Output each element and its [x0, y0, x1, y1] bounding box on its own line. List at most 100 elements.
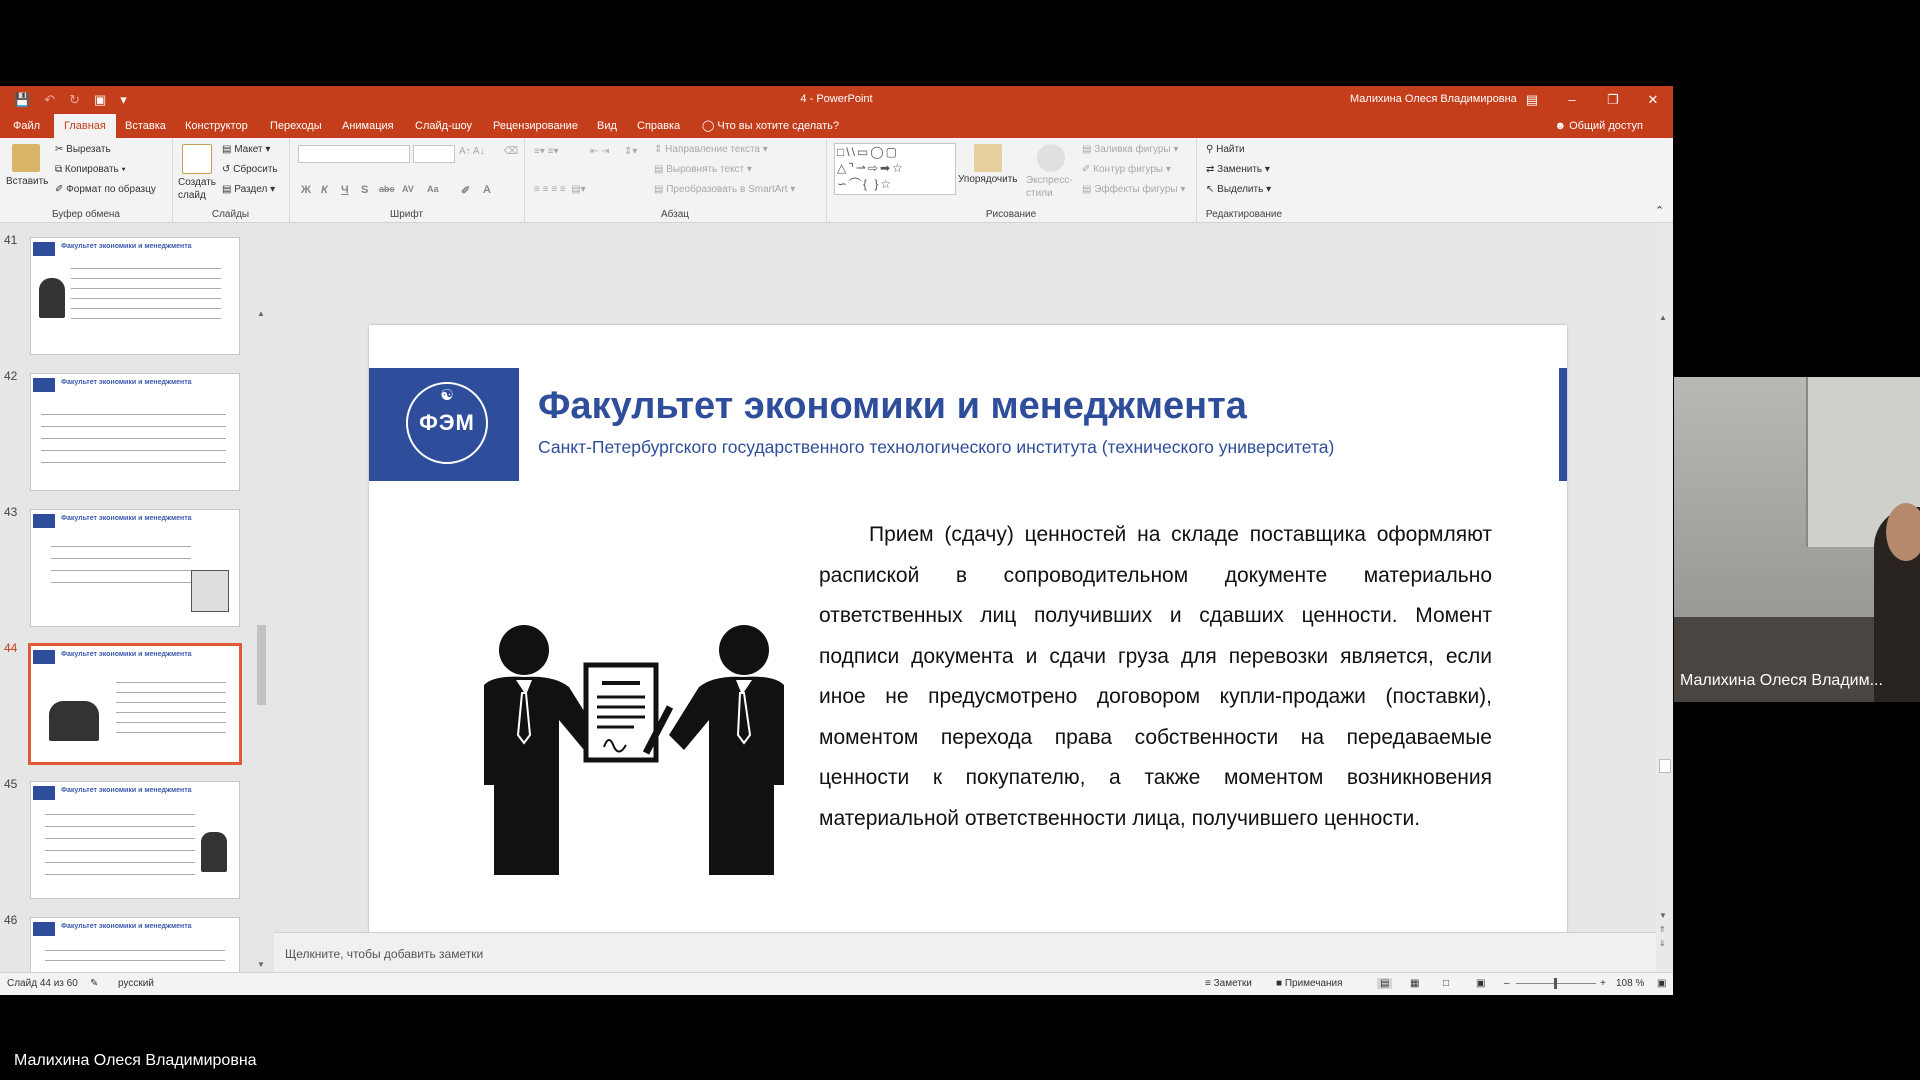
tell-me-search[interactable]: ◯ Что вы хотите сделать?	[692, 114, 849, 138]
font-name-box[interactable]	[298, 145, 410, 163]
tab-design[interactable]: Конструктор	[175, 114, 258, 138]
thumbnail-text-line	[41, 462, 226, 463]
previous-slide-icon[interactable]: ⇑	[1659, 925, 1666, 934]
slideshow-view-icon[interactable]: ▣	[1476, 978, 1485, 989]
scroll-up-icon[interactable]: ▲	[257, 309, 265, 318]
shape-outline-button[interactable]: ✐ Контур фигуры ▾	[1082, 164, 1171, 175]
quick-styles-icon[interactable]	[1037, 144, 1065, 172]
select-button[interactable]: ↖ Выделить ▾	[1206, 184, 1271, 195]
line-spacing-icon[interactable]: ⇕▾	[624, 146, 637, 157]
slide-thumbnail-43[interactable]: Факультет экономики и менеджмента	[30, 509, 240, 627]
reset-icon: ↺	[222, 164, 231, 175]
slide-canvas[interactable]: ☯ ФЭМ Факультет экономики и менеджмента …	[369, 325, 1567, 995]
scroll-down-icon[interactable]: ▼	[257, 960, 265, 969]
section-button[interactable]: ▤ Раздел ▾	[222, 184, 275, 195]
tab-transitions[interactable]: Переходы	[260, 114, 332, 138]
quick-styles-button[interactable]: Экспресс-стили	[1026, 174, 1078, 200]
align-icons[interactable]: ≡ ≡ ≡ ≡ ▤▾	[534, 184, 586, 195]
cut-button[interactable]: ✂ Вырезать	[55, 144, 111, 155]
indent-icon[interactable]: ⇤ ⇥	[590, 146, 610, 157]
zoom-out-icon[interactable]: –	[1504, 978, 1510, 989]
italic-icon[interactable]: К	[321, 184, 328, 196]
shape-fill-button[interactable]: ▤ Заливка фигуры ▾	[1082, 144, 1178, 155]
bold-icon[interactable]: Ж	[301, 184, 311, 196]
font-grow-shrink-icon[interactable]: A↑ A↓	[459, 146, 485, 157]
scrollbar-thumb[interactable]	[257, 625, 266, 705]
shapes-gallery[interactable]: □\\▭◯▢ △⌝⇀⇨➡☆ ∽⌒{ }☆	[834, 143, 956, 195]
tab-view[interactable]: Вид	[587, 114, 627, 138]
title-bar: 💾 ↶ ↻ ▣ ▾ 4 - PowerPoint Малихина Олеся …	[0, 86, 1673, 114]
shadow-icon[interactable]: S	[361, 184, 368, 196]
copy-button[interactable]: ⧉ Копировать ▾	[55, 164, 126, 175]
strikethrough-icon[interactable]: abc	[379, 184, 395, 194]
tab-help[interactable]: Справка	[627, 114, 690, 138]
reset-button[interactable]: ↺ Сбросить	[222, 164, 278, 175]
thumbnail-text-line	[71, 298, 221, 299]
language-indicator[interactable]: русский	[118, 978, 154, 989]
text-direction-button[interactable]: ⇕ Направление текста ▾	[654, 144, 768, 155]
paste-icon[interactable]	[12, 144, 40, 172]
scroll-down-icon[interactable]: ▼	[1659, 911, 1667, 920]
share-button[interactable]: ☻ Общий доступ	[1554, 114, 1643, 138]
ribbon-display-options-icon[interactable]: ▤	[1517, 89, 1547, 111]
shape-effects-button[interactable]: ▤ Эффекты фигуры ▾	[1082, 184, 1185, 195]
fit-to-window-icon[interactable]: ▣	[1657, 978, 1666, 989]
slide-thumbnail-42[interactable]: Факультет экономики и менеджмента	[30, 373, 240, 491]
smartart-button[interactable]: ▤ Преобразовать в SmartArt ▾	[654, 184, 795, 195]
font-color-icon[interactable]: A	[483, 184, 491, 196]
tab-animations[interactable]: Анимация	[332, 114, 404, 138]
thumbnail-text-line	[71, 318, 221, 319]
notes-placeholder[interactable]: Щелкните, чтобы добавить заметки	[285, 947, 483, 961]
collapse-ribbon-icon[interactable]: ⌃	[1655, 204, 1664, 217]
scroll-up-icon[interactable]: ▲	[1659, 313, 1667, 322]
character-spacing-icon[interactable]: AV	[402, 184, 414, 194]
clear-formatting-icon[interactable]: ⌫	[504, 146, 518, 157]
slide-subtitle[interactable]: Санкт-Петербургского государственного те…	[538, 437, 1334, 458]
spell-check-icon[interactable]: ✎	[90, 978, 98, 989]
bullets-icon[interactable]: ≡▾ ≡▾	[534, 146, 559, 157]
slide-thumbnail-41[interactable]: Факультет экономики и менеджмента	[30, 237, 240, 355]
change-case-icon[interactable]: Aa	[427, 184, 439, 194]
new-slide-icon[interactable]	[182, 144, 212, 174]
tab-file[interactable]: Файл	[3, 114, 50, 138]
underline-icon[interactable]: Ч	[341, 184, 349, 196]
normal-view-icon[interactable]: ▤	[1377, 978, 1393, 989]
align-text-button[interactable]: ▤ Выровнять текст ▾	[654, 164, 752, 175]
restore-button[interactable]: ❐	[1598, 89, 1628, 111]
layout-button[interactable]: ▤ Макет ▾	[222, 144, 270, 155]
tab-home[interactable]: Главная	[54, 114, 116, 138]
zoom-in-icon[interactable]: +	[1600, 978, 1606, 989]
slide-scrollbar[interactable]: ▲ ▼ ⇑ ⇓	[1656, 223, 1673, 972]
account-user-name[interactable]: Малихина Олеся Владимировна	[1350, 93, 1517, 105]
slide-thumbnail-45[interactable]: Факультет экономики и менеджмента	[30, 781, 240, 899]
new-slide-button[interactable]: Создать слайд	[178, 176, 222, 202]
highlight-icon[interactable]: ✐	[461, 184, 470, 197]
arrange-button[interactable]: Упорядочить	[958, 174, 1018, 185]
font-size-box[interactable]	[413, 145, 455, 163]
notes-pane[interactable]: Щелкните, чтобы добавить заметки	[274, 932, 1656, 973]
tab-review[interactable]: Рецензирование	[483, 114, 588, 138]
scrollbar-thumb[interactable]	[1659, 759, 1671, 773]
slide-title[interactable]: Факультет экономики и менеджмента	[538, 385, 1247, 428]
format-painter-button[interactable]: ✐ Формат по образцу	[55, 184, 156, 195]
minimize-button[interactable]: –	[1557, 89, 1587, 111]
zoom-level[interactable]: 108 %	[1616, 978, 1644, 989]
replace-button[interactable]: ⇄ Заменить ▾	[1206, 164, 1270, 175]
thumbnail-text-line	[116, 702, 226, 703]
slide-body-text[interactable]: Прием (сдачу) ценностей на складе постав…	[819, 515, 1492, 839]
thumbnails-scrollbar[interactable]: ▲ ▼	[256, 309, 268, 969]
find-button[interactable]: ⚲ Найти	[1206, 144, 1245, 155]
tab-insert[interactable]: Вставка	[115, 114, 176, 138]
paste-button[interactable]: Вставить	[6, 176, 48, 187]
zoom-slider-thumb[interactable]	[1554, 978, 1557, 989]
slide-sorter-icon[interactable]: ▦	[1410, 978, 1419, 989]
slide-thumbnail-46[interactable]: Факультет экономики и менеджмента	[30, 917, 240, 972]
close-button[interactable]: ✕	[1638, 89, 1668, 111]
notes-toggle[interactable]: ≡ Заметки	[1205, 978, 1252, 989]
comments-toggle[interactable]: ■ Примечания	[1276, 978, 1343, 989]
tab-slideshow[interactable]: Слайд-шоу	[405, 114, 482, 138]
slide-thumbnail-44-selected[interactable]: Факультет экономики и менеджмента	[28, 643, 242, 765]
arrange-icon[interactable]	[974, 144, 1002, 172]
reading-view-icon[interactable]: □	[1443, 978, 1449, 989]
next-slide-icon[interactable]: ⇓	[1659, 939, 1666, 948]
